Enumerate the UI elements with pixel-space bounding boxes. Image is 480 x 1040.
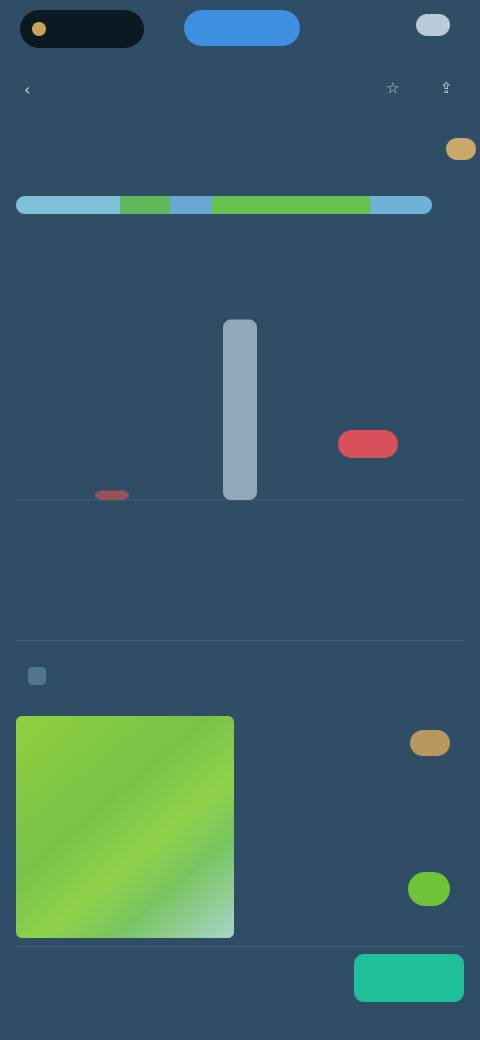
brand-icon: [32, 22, 46, 36]
star-icon[interactable]: ☆: [386, 79, 399, 97]
segmented-progress-bar: [16, 196, 432, 214]
progress-segment-2: [120, 196, 170, 214]
card-details: [256, 730, 466, 930]
account-toggle[interactable]: [416, 14, 450, 36]
chevron-left-icon[interactable]: ‹: [24, 80, 30, 99]
progress-segment-5: [369, 196, 432, 214]
divider: [16, 640, 464, 641]
chart-bar-2[interactable]: [95, 490, 129, 501]
title-bar: ‹ ☆ ⇪: [0, 72, 480, 108]
bottom-bar: [0, 950, 480, 1010]
column-headers: [20, 268, 464, 296]
tab-5[interactable]: [380, 134, 440, 178]
top-bar: [0, 0, 480, 62]
tab-bar: [20, 134, 440, 178]
share-icon[interactable]: ⇪: [440, 79, 453, 97]
confirm-button[interactable]: [354, 954, 464, 1002]
progress-segment-4: [211, 196, 370, 214]
brand-logo[interactable]: [20, 10, 144, 48]
tab-1[interactable]: [20, 134, 80, 178]
divider: [16, 946, 464, 947]
tab-4[interactable]: [290, 134, 350, 178]
progress-segment-3: [169, 196, 212, 214]
tab-2[interactable]: [110, 134, 170, 178]
progress-segment-1: [16, 196, 120, 214]
preview-image[interactable]: [16, 716, 234, 938]
primary-action-button[interactable]: [184, 10, 300, 46]
details-badge[interactable]: [410, 730, 450, 756]
card-icon: [28, 667, 46, 685]
bar-chart: [16, 300, 464, 530]
chart-bar-6[interactable]: [338, 430, 398, 458]
details-toggle[interactable]: [408, 872, 450, 906]
chart-bar-4[interactable]: [223, 319, 257, 501]
tab-3[interactable]: [200, 134, 260, 178]
card-header[interactable]: [16, 654, 464, 698]
bar-chart-svg: [16, 319, 464, 501]
tab-badge[interactable]: [446, 138, 476, 160]
top-right-controls: [406, 14, 450, 36]
